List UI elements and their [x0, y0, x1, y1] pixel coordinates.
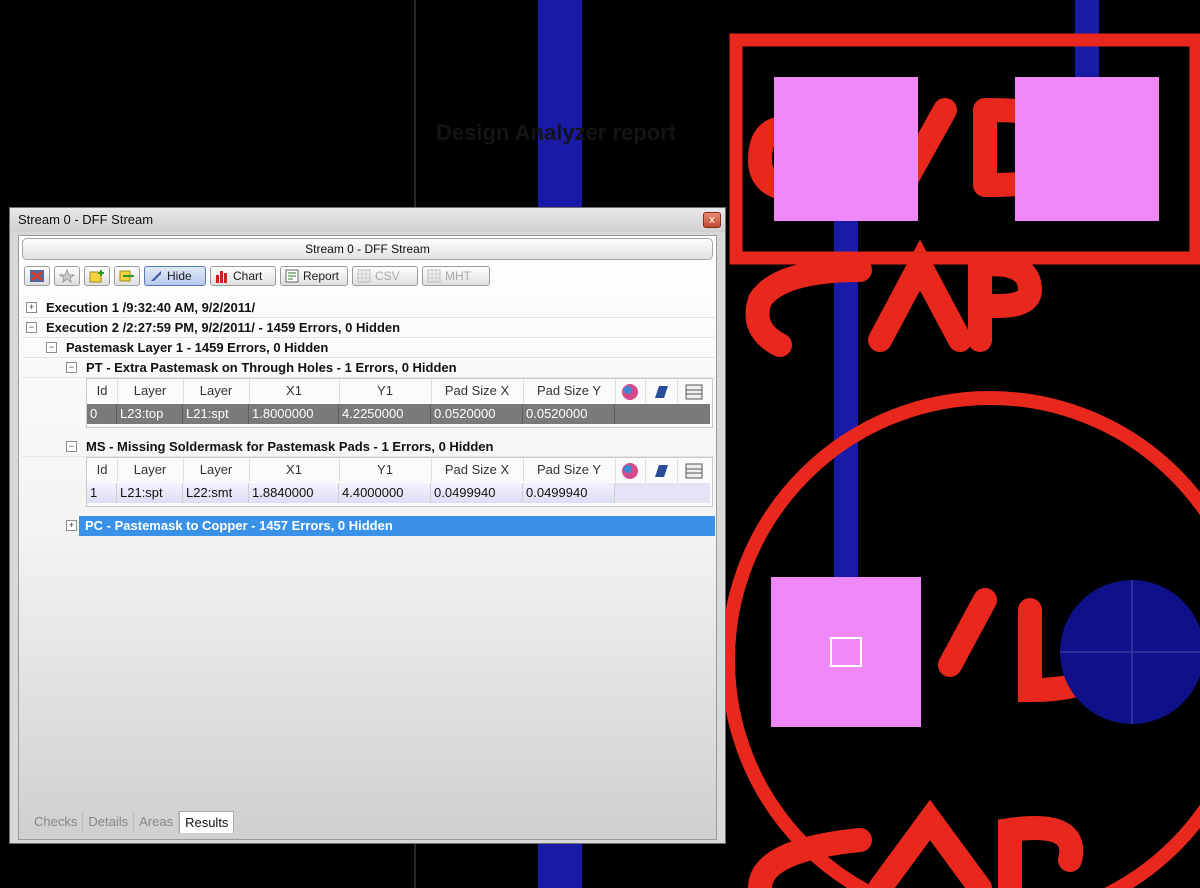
col-header-x1[interactable]: X1 — [249, 458, 340, 482]
columns-icon[interactable] — [677, 379, 710, 403]
tree-row-pt-check[interactable]: − PT - Extra Pastemask on Through Holes … — [22, 358, 715, 378]
tab-areas[interactable]: Areas — [134, 811, 180, 833]
expand-icon[interactable]: + — [66, 520, 77, 531]
col-header-layer[interactable]: Layer — [183, 458, 250, 482]
report-label: Report — [303, 269, 340, 283]
collapse-icon[interactable]: − — [46, 342, 57, 353]
col-header-layer[interactable]: Layer — [117, 458, 184, 482]
cell-id: 0 — [87, 404, 117, 424]
pt-check-label: PT - Extra Pastemask on Through Holes - … — [86, 360, 457, 375]
pad-3[interactable] — [771, 577, 921, 727]
execution-1-label: Execution 1 /9:32:40 AM, 9/2/2011/ — [46, 300, 256, 315]
pt-error-grid: Id Layer Layer X1 Y1 Pad Size X Pad Size… — [86, 378, 713, 428]
col-header-layer[interactable]: Layer — [117, 379, 184, 403]
chart-icon — [216, 271, 227, 283]
report-icon — [285, 269, 299, 283]
col-header-layer[interactable]: Layer — [183, 379, 250, 403]
col-header-pad-size-x[interactable]: Pad Size X — [431, 379, 524, 403]
col-header-id[interactable]: Id — [87, 458, 118, 482]
results-panel: Stream 0 - DFF Stream Hide Chart Report … — [18, 235, 717, 840]
tab-details[interactable]: Details — [83, 811, 135, 833]
col-header-id[interactable]: Id — [87, 379, 118, 403]
close-button[interactable]: x — [703, 212, 721, 228]
merge-icon — [119, 270, 134, 282]
pc-check-label: PC - Pastemask to Copper - 1457 Errors, … — [79, 516, 715, 536]
hide-label: Hide — [167, 269, 192, 283]
cell-pad-size-x: 0.0520000 — [431, 404, 523, 424]
book-icon[interactable] — [645, 379, 678, 403]
merge-button[interactable] — [114, 266, 140, 286]
mht-button[interactable]: MHT — [422, 266, 490, 286]
csv-icon — [357, 269, 371, 283]
mht-icon — [427, 269, 441, 283]
star-icon — [59, 269, 75, 283]
table-row[interactable]: 1 L21:spt L22:smt 1.8840000 4.4000000 0.… — [87, 483, 710, 503]
cell-layer: L21:spt — [183, 404, 249, 424]
chart-label: Chart — [233, 269, 263, 283]
background-report-title: Design Analyzer report — [436, 120, 677, 145]
collapse-icon[interactable]: − — [66, 441, 77, 452]
collapse-icon[interactable]: − — [66, 362, 77, 373]
toolbar: Hide Chart Report CSV MHT — [24, 266, 490, 288]
tree-row-execution-2[interactable]: − Execution 2 /2:27:59 PM, 9/2/2011/ - 1… — [22, 318, 715, 338]
globe-icon[interactable] — [615, 379, 646, 403]
book-icon[interactable] — [645, 458, 678, 482]
globe-icon[interactable] — [615, 458, 646, 482]
cell-layer: L23:top — [117, 404, 183, 424]
add-layer-icon — [89, 270, 104, 283]
cell-y1: 4.4000000 — [339, 483, 431, 503]
col-header-x1[interactable]: X1 — [249, 379, 340, 403]
report-button[interactable]: Report — [280, 266, 348, 286]
cell-layer: L21:spt — [117, 483, 183, 503]
cell-y1: 4.2250000 — [339, 404, 431, 424]
delete-button[interactable] — [24, 266, 50, 286]
chart-button[interactable]: Chart — [210, 266, 276, 286]
cell-id: 1 — [87, 483, 117, 503]
highlight-button[interactable] — [54, 266, 80, 286]
tab-results[interactable]: Results — [179, 811, 235, 833]
col-header-pad-size-x[interactable]: Pad Size X — [431, 458, 524, 482]
col-header-y1[interactable]: Y1 — [339, 458, 432, 482]
tree-row-execution-1[interactable]: + Execution 1 /9:32:40 AM, 9/2/2011/ — [22, 298, 715, 318]
pad-1[interactable] — [774, 77, 918, 221]
mht-label: MHT — [445, 269, 471, 283]
tab-checks[interactable]: Checks — [29, 811, 84, 833]
csv-label: CSV — [375, 269, 400, 283]
hide-icon — [151, 271, 161, 281]
collapse-icon[interactable]: − — [26, 322, 37, 333]
pastemask-layer-label: Pastemask Layer 1 - 1459 Errors, 0 Hidde… — [66, 340, 329, 355]
cell-pad-size-y: 0.0499940 — [523, 483, 615, 503]
window-title: Stream 0 - DFF Stream — [18, 212, 154, 227]
table-row[interactable]: 0 L23:top L21:spt 1.8000000 4.2250000 0.… — [87, 404, 710, 424]
col-header-pad-size-y[interactable]: Pad Size Y — [523, 379, 616, 403]
ms-error-grid: Id Layer Layer X1 Y1 Pad Size X Pad Size… — [86, 457, 713, 507]
cell-x1: 1.8000000 — [249, 404, 339, 424]
bottom-tabs: Checks Details Areas Results — [29, 811, 235, 833]
tree-row-pastemask-layer[interactable]: − Pastemask Layer 1 - 1459 Errors, 0 Hid… — [22, 338, 715, 358]
cell-pad-size-x: 0.0499940 — [431, 483, 523, 503]
execution-2-label: Execution 2 /2:27:59 PM, 9/2/2011/ - 145… — [46, 320, 401, 335]
columns-icon[interactable] — [677, 458, 710, 482]
tree-row-ms-check[interactable]: − MS - Missing Soldermask for Pastemask … — [22, 437, 715, 457]
add-layer-button[interactable] — [84, 266, 110, 286]
col-header-pad-size-y[interactable]: Pad Size Y — [523, 458, 616, 482]
hide-button[interactable]: Hide — [144, 266, 206, 286]
expand-icon[interactable]: + — [26, 302, 37, 313]
cell-layer: L22:smt — [183, 483, 249, 503]
results-tree: + Execution 1 /9:32:40 AM, 9/2/2011/ − E… — [22, 298, 715, 815]
pad-2[interactable] — [1015, 77, 1159, 221]
x-icon — [30, 270, 44, 282]
cell-x1: 1.8840000 — [249, 483, 339, 503]
panel-header: Stream 0 - DFF Stream — [22, 238, 713, 260]
dff-stream-window: Stream 0 - DFF Stream x Stream 0 - DFF S… — [9, 207, 726, 844]
window-titlebar[interactable]: Stream 0 - DFF Stream x — [10, 208, 725, 232]
cell-pad-size-y: 0.0520000 — [523, 404, 615, 424]
tree-row-pc-check[interactable]: + PC - Pastemask to Copper - 1457 Errors… — [22, 516, 715, 536]
csv-button[interactable]: CSV — [352, 266, 418, 286]
col-header-y1[interactable]: Y1 — [339, 379, 432, 403]
ms-check-label: MS - Missing Soldermask for Pastemask Pa… — [86, 439, 494, 454]
